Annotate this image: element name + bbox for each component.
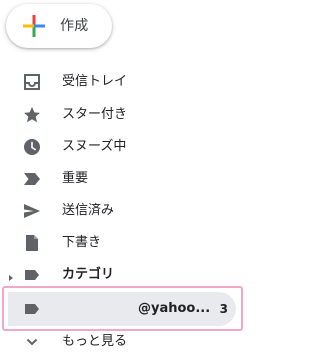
draft-icon bbox=[22, 233, 42, 253]
nav-item-label: 下書き bbox=[62, 235, 102, 250]
important-icon bbox=[22, 169, 42, 189]
nav-item-starred[interactable]: スター付き bbox=[0, 99, 240, 131]
nav-item-label: @yahoo... bbox=[138, 301, 211, 316]
nav-item-label: カテゴリ bbox=[62, 267, 115, 282]
nav-item-label: もっと見る bbox=[62, 334, 128, 349]
gmail-sidebar: 作成 受信トレイ スター付き スヌーズ中 重要 送信済み 下書き カテゴリ @y… bbox=[0, 0, 257, 356]
nav-item-label: スター付き bbox=[62, 107, 128, 122]
nav-item-categories[interactable]: カテゴリ bbox=[0, 259, 240, 291]
nav-item-yahoo-label[interactable]: @yahoo... 3 bbox=[8, 292, 236, 326]
nav-item-more[interactable]: もっと見る bbox=[0, 326, 240, 356]
inbox-icon bbox=[22, 72, 42, 92]
nav-item-label: スヌーズ中 bbox=[62, 139, 127, 154]
nav-item-label: 送信済み bbox=[62, 203, 115, 218]
nav-item-sent[interactable]: 送信済み bbox=[0, 195, 240, 227]
clock-icon bbox=[22, 137, 42, 157]
nav-item-drafts[interactable]: 下書き bbox=[0, 227, 240, 259]
send-icon bbox=[22, 201, 42, 221]
compose-label: 作成 bbox=[60, 18, 89, 34]
star-icon bbox=[22, 105, 42, 125]
chevron-down-icon bbox=[22, 332, 42, 352]
nav-item-label: 重要 bbox=[62, 171, 89, 186]
plus-icon bbox=[22, 14, 46, 38]
nav-item-snoozed[interactable]: スヌーズ中 bbox=[0, 131, 240, 163]
label-icon bbox=[22, 265, 42, 285]
compose-button[interactable]: 作成 bbox=[6, 4, 112, 48]
nav-item-label: 受信トレイ bbox=[62, 74, 128, 89]
nav-item-important[interactable]: 重要 bbox=[0, 163, 240, 195]
label-icon bbox=[22, 299, 42, 319]
unread-count: 3 bbox=[219, 302, 228, 316]
expand-arrow-icon[interactable] bbox=[5, 269, 17, 281]
nav-item-inbox[interactable]: 受信トレイ bbox=[0, 66, 240, 98]
